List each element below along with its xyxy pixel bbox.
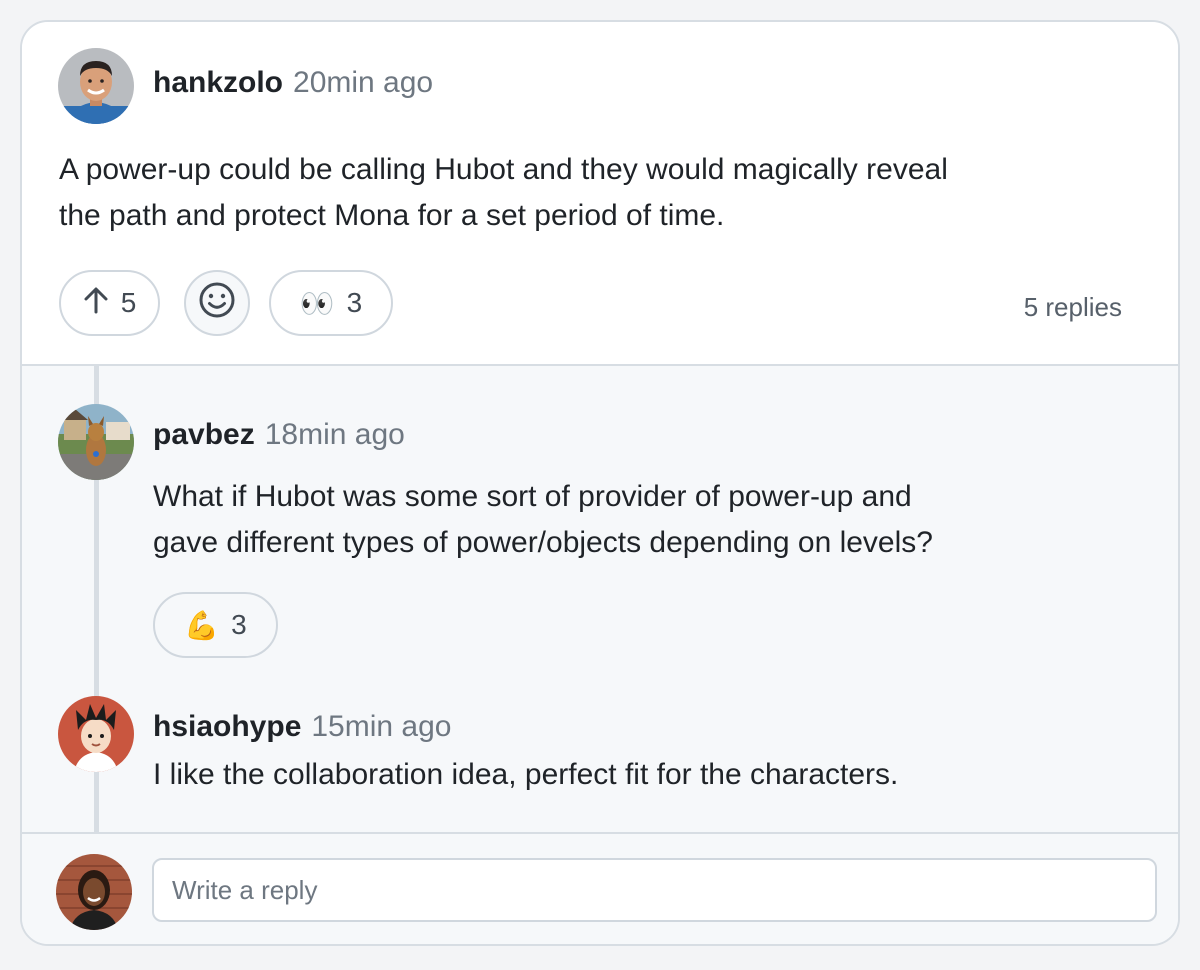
reply-body: What if Hubot was some sort of provider … xyxy=(153,474,933,566)
replies-count[interactable]: 5 replies xyxy=(1024,292,1122,323)
upvote-button[interactable]: 5 xyxy=(59,270,160,336)
reply-author: hsiaohype 15min ago xyxy=(153,710,451,744)
smiley-icon xyxy=(198,281,236,326)
discussion-card: hankzolo 20min ago A power-up could be ca… xyxy=(20,20,1180,946)
reply-body: I like the collaboration idea, perfect f… xyxy=(153,752,898,798)
reply-author: pavbez 18min ago xyxy=(153,418,405,452)
upvote-count: 5 xyxy=(120,287,137,318)
avatar-hsiaohype[interactable] xyxy=(58,696,134,772)
replies-section: pavbez 18min ago What if Hubot was some s… xyxy=(22,366,1178,834)
post-body-line: the path and protect Mona for a set peri… xyxy=(59,199,725,232)
reply-body-line: What if Hubot was some sort of provider … xyxy=(153,480,912,513)
arrow-up-icon xyxy=(83,286,109,321)
reply-timestamp: 15min ago xyxy=(311,710,452,743)
author-name[interactable]: pavbez xyxy=(153,418,255,451)
flexed-biceps-reaction-button[interactable]: 💪 3 xyxy=(153,592,278,658)
reply-input[interactable] xyxy=(152,858,1157,922)
flexed-biceps-emoji: 💪 xyxy=(184,609,220,641)
reply-body-line: I like the collaboration idea, perfect f… xyxy=(153,758,899,791)
post-body: A power-up could be calling Hubot and th… xyxy=(59,147,948,239)
avatar-pavbez[interactable] xyxy=(58,404,134,480)
eyes-count: 3 xyxy=(346,287,363,318)
avatar-hankzolo[interactable] xyxy=(58,48,134,124)
post-timestamp: 20min ago xyxy=(293,66,434,99)
author-name[interactable]: hankzolo xyxy=(153,66,283,99)
reply-composer xyxy=(22,832,1178,944)
author-name[interactable]: hsiaohype xyxy=(153,710,301,743)
avatar-current-user[interactable] xyxy=(56,854,132,930)
main-post: hankzolo 20min ago A power-up could be ca… xyxy=(22,22,1178,366)
reply-timestamp: 18min ago xyxy=(264,418,405,451)
add-reaction-button[interactable] xyxy=(184,270,250,336)
reply-body-line: gave different types of power/objects de… xyxy=(153,526,933,559)
post-author: hankzolo 20min ago xyxy=(153,66,433,100)
post-body-line: A power-up could be calling Hubot and th… xyxy=(59,153,948,186)
eyes-emoji: 👀 xyxy=(299,287,335,319)
eyes-reaction-button[interactable]: 👀 3 xyxy=(269,270,393,336)
flexed-biceps-count: 3 xyxy=(231,609,247,640)
